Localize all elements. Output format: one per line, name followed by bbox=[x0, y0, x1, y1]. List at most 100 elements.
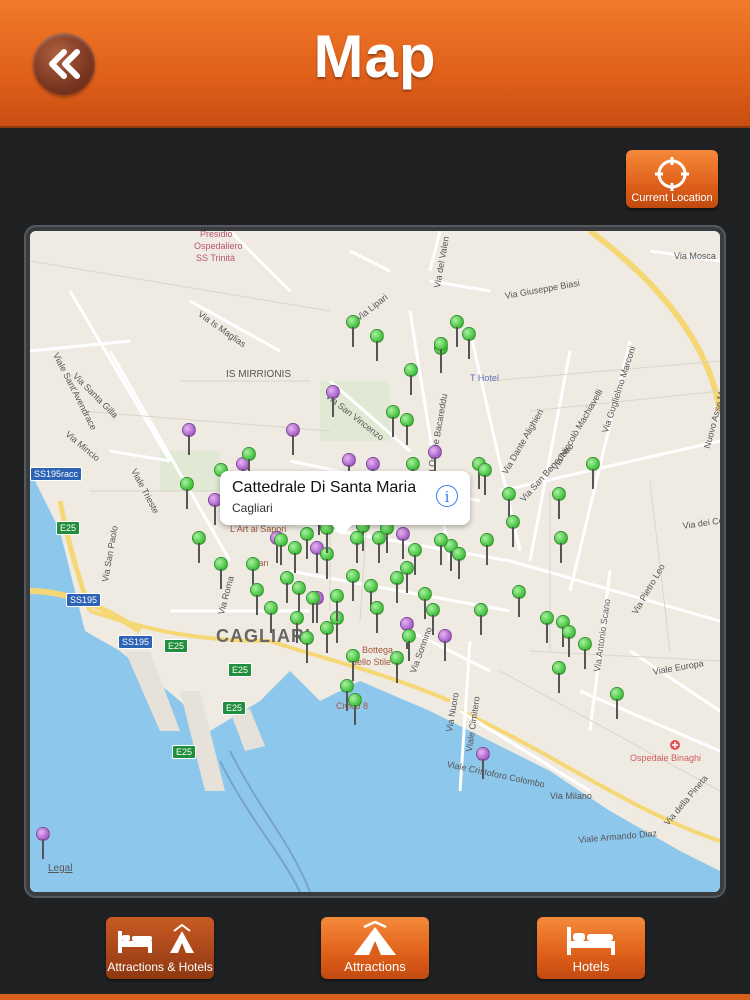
green-map-pin[interactable] bbox=[292, 581, 306, 615]
pin-stick bbox=[296, 623, 298, 643]
green-map-pin[interactable] bbox=[390, 651, 404, 685]
pin-stick bbox=[560, 543, 562, 563]
pin-stick bbox=[484, 475, 486, 495]
road-shield-e25: E25 bbox=[164, 639, 189, 653]
pin-stick bbox=[306, 643, 308, 663]
green-map-pin[interactable] bbox=[480, 533, 494, 567]
pin-stick bbox=[456, 327, 458, 347]
pin-stick bbox=[568, 637, 570, 657]
map-view[interactable]: CAGLIARI IS MIRRIONIS Presidio Ospedalie… bbox=[30, 231, 720, 892]
pin-stick bbox=[482, 759, 484, 779]
pin-stick bbox=[376, 341, 378, 361]
pin-stick bbox=[306, 539, 308, 559]
purple-map-pin[interactable] bbox=[286, 423, 300, 457]
green-map-pin[interactable] bbox=[408, 543, 422, 577]
pin-stick bbox=[486, 545, 488, 565]
purple-map-pin[interactable] bbox=[326, 385, 340, 419]
green-map-pin[interactable] bbox=[474, 603, 488, 637]
pin-stick bbox=[336, 601, 338, 621]
tab-attractions-hotels[interactable]: Attractions & Hotels bbox=[106, 917, 214, 979]
purple-map-pin[interactable] bbox=[36, 827, 50, 861]
pin-stick bbox=[186, 489, 188, 509]
green-map-pin[interactable] bbox=[280, 571, 294, 605]
map-frame: CAGLIARI IS MIRRIONIS Presidio Ospedalie… bbox=[24, 225, 726, 898]
green-map-pin[interactable] bbox=[192, 531, 206, 565]
purple-map-pin[interactable] bbox=[476, 747, 490, 781]
green-map-pin[interactable] bbox=[274, 533, 288, 567]
green-map-pin[interactable] bbox=[462, 327, 476, 361]
green-map-pin[interactable] bbox=[434, 337, 448, 371]
tab-attractions[interactable]: Attractions bbox=[321, 917, 429, 979]
map-poi-ospedaliero: Ospedaliero bbox=[194, 241, 243, 251]
street-label: Via Mosca bbox=[674, 251, 716, 261]
green-map-pin[interactable] bbox=[400, 413, 414, 447]
pin-stick bbox=[336, 623, 338, 643]
purple-map-pin[interactable] bbox=[438, 629, 452, 663]
green-map-pin[interactable] bbox=[586, 457, 600, 491]
pin-stick bbox=[440, 545, 442, 565]
green-map-pin[interactable] bbox=[348, 693, 362, 727]
green-map-pin[interactable] bbox=[370, 329, 384, 363]
bottom-divider bbox=[0, 994, 750, 1000]
pin-stick bbox=[220, 569, 222, 589]
green-map-pin[interactable] bbox=[300, 527, 314, 561]
green-map-pin[interactable] bbox=[478, 463, 492, 497]
green-map-pin[interactable] bbox=[404, 363, 418, 397]
green-map-pin[interactable] bbox=[552, 661, 566, 695]
green-map-pin[interactable] bbox=[346, 569, 360, 603]
tab-hotels[interactable]: Hotels bbox=[537, 917, 645, 979]
pin-stick bbox=[312, 603, 314, 623]
current-location-label: Current Location bbox=[631, 192, 713, 204]
green-map-pin[interactable] bbox=[540, 611, 554, 645]
tab-label: Hotels bbox=[572, 959, 610, 974]
green-map-pin[interactable] bbox=[300, 631, 314, 665]
green-map-pin[interactable] bbox=[512, 585, 526, 619]
map-poi-ss-trinita: SS Trinità bbox=[196, 253, 236, 263]
bed-and-tent-icon bbox=[118, 923, 194, 953]
callout-subtitle: Cagliari bbox=[232, 501, 273, 515]
green-map-pin[interactable] bbox=[350, 531, 364, 565]
green-map-pin[interactable] bbox=[180, 477, 194, 511]
pin-stick bbox=[188, 435, 190, 455]
map-callout[interactable]: Cattedrale Di Santa Maria Cagliari i bbox=[220, 471, 470, 535]
green-map-pin[interactable] bbox=[562, 625, 576, 659]
green-map-pin[interactable] bbox=[610, 687, 624, 721]
green-map-pin[interactable] bbox=[346, 315, 360, 349]
street-label: Via Milano bbox=[550, 791, 592, 801]
pin-stick bbox=[376, 613, 378, 633]
green-map-pin[interactable] bbox=[330, 589, 344, 623]
pin-stick bbox=[592, 469, 594, 489]
tab-label: Attractions & Hotels bbox=[107, 960, 213, 974]
green-map-pin[interactable] bbox=[402, 629, 416, 663]
info-icon[interactable]: i bbox=[436, 485, 458, 507]
green-map-pin[interactable] bbox=[370, 601, 384, 635]
purple-map-pin[interactable] bbox=[182, 423, 196, 457]
road-shield-ss195: SS195 bbox=[118, 635, 154, 649]
green-map-pin[interactable] bbox=[434, 533, 448, 567]
pin-stick bbox=[332, 397, 334, 417]
green-map-pin[interactable] bbox=[264, 601, 278, 635]
green-map-pin[interactable] bbox=[386, 405, 400, 439]
green-map-pin[interactable] bbox=[426, 603, 440, 637]
pin-stick bbox=[326, 633, 328, 653]
green-map-pin[interactable] bbox=[578, 637, 592, 671]
green-map-pin[interactable] bbox=[506, 515, 520, 549]
green-map-pin[interactable] bbox=[306, 591, 320, 625]
green-map-pin[interactable] bbox=[346, 649, 360, 683]
map-poi-bottega: Bottega bbox=[362, 645, 394, 655]
green-map-pin[interactable] bbox=[552, 487, 566, 521]
green-map-pin[interactable] bbox=[380, 521, 394, 555]
green-map-pin[interactable] bbox=[250, 583, 264, 617]
road-shield-e25: E25 bbox=[222, 701, 247, 715]
pin-stick bbox=[354, 705, 356, 725]
green-map-pin[interactable] bbox=[214, 557, 228, 591]
pin-stick bbox=[294, 553, 296, 573]
road-shield-e25: E25 bbox=[228, 663, 253, 677]
green-map-pin[interactable] bbox=[390, 571, 404, 605]
pin-stick bbox=[386, 533, 388, 553]
current-location-button[interactable]: Current Location bbox=[626, 150, 718, 208]
legal-link[interactable]: Legal bbox=[48, 863, 72, 874]
green-map-pin[interactable] bbox=[452, 547, 466, 581]
green-map-pin[interactable] bbox=[554, 531, 568, 565]
pin-stick bbox=[280, 545, 282, 565]
